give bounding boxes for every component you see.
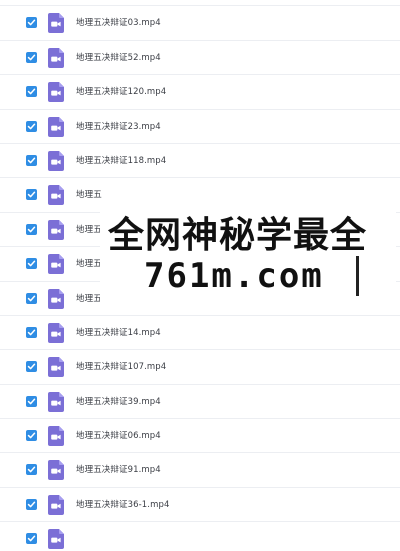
file-row[interactable]: 地理五决辩证118.mp4	[0, 144, 400, 179]
video-file-icon	[48, 529, 64, 550]
file-row[interactable]: 地理五决辩证14.mp4	[0, 316, 400, 351]
file-row[interactable]: 地理五决辩证23.mp4	[0, 110, 400, 144]
checkbox-checked-icon[interactable]	[26, 533, 37, 545]
checkbox-checked-icon[interactable]	[26, 430, 37, 442]
video-file-icon	[48, 13, 64, 34]
checkbox-checked-icon[interactable]	[26, 464, 37, 476]
video-file-icon	[48, 185, 64, 206]
checkbox-checked-icon[interactable]	[26, 51, 37, 63]
text-cursor	[356, 256, 359, 296]
checkbox-checked-icon[interactable]	[26, 258, 37, 270]
checkbox-checked-icon[interactable]	[26, 326, 37, 338]
video-file-icon	[48, 82, 64, 103]
video-file-icon	[48, 426, 64, 447]
video-file-icon	[48, 150, 64, 171]
file-name[interactable]: 地理五	[76, 257, 102, 269]
file-name[interactable]: 地理五决辩证03.mp4	[76, 16, 161, 28]
file-name[interactable]: 地理五决辩证91.mp4	[76, 463, 161, 475]
watermark-title: 全网神秘学最全	[108, 215, 368, 256]
checkbox-checked-icon[interactable]	[26, 189, 37, 201]
video-file-icon	[48, 460, 64, 481]
file-row[interactable]: 地理五决辩证03.mp4	[0, 6, 400, 41]
file-row[interactable]: 地理五决辩证52.mp4	[0, 41, 400, 76]
watermark-url: 761m.com	[144, 256, 324, 296]
file-row[interactable]: 地理五决辩证36-1.mp4	[0, 488, 400, 523]
file-name[interactable]: 地理五决辩证23.mp4	[76, 120, 161, 132]
file-row[interactable]: 地理五决辩证120.mp4	[0, 75, 400, 110]
checkbox-checked-icon[interactable]	[26, 223, 37, 235]
file-row[interactable]: 地理五决辩证91.mp4	[0, 453, 400, 488]
checkbox-checked-icon[interactable]	[26, 86, 37, 98]
video-file-icon	[48, 391, 64, 412]
video-file-icon	[48, 47, 64, 68]
file-name[interactable]: 地理五决辩证14.mp4	[76, 326, 161, 338]
checkbox-checked-icon[interactable]	[26, 498, 37, 510]
video-file-icon	[48, 254, 64, 275]
checkbox-checked-icon[interactable]	[26, 154, 37, 166]
checkbox-checked-icon[interactable]	[26, 361, 37, 373]
video-file-icon	[48, 322, 64, 343]
watermark-overlay: 全网神秘学最全 761m.com	[100, 200, 396, 304]
video-file-icon	[48, 288, 64, 309]
file-list-page: 地理五决辩证21.mp4地理五决辩证03.mp4地理五决辩证52.mp4地理五决…	[0, 0, 400, 551]
file-row[interactable]: 地理五决辩证06.mp4	[0, 419, 400, 454]
file-name[interactable]: 地理五决辩证06.mp4	[76, 429, 161, 441]
video-file-icon	[48, 357, 64, 378]
video-file-icon	[48, 116, 64, 137]
file-name[interactable]: 地理五决辩证52.mp4	[76, 51, 161, 63]
video-file-icon	[48, 219, 64, 240]
file-name[interactable]: 地理五决辩证118.mp4	[76, 154, 166, 166]
checkbox-checked-icon[interactable]	[26, 120, 37, 132]
file-name[interactable]: 地理五	[76, 188, 102, 200]
file-name[interactable]: 地理五决辩证107.mp4	[76, 360, 166, 372]
video-file-icon	[48, 494, 64, 515]
checkbox-checked-icon[interactable]	[26, 292, 37, 304]
file-name[interactable]: 地理五决辩证120.mp4	[76, 85, 166, 97]
file-name[interactable]: 地理五决辩证39.mp4	[76, 395, 161, 407]
checkbox-checked-icon[interactable]	[26, 17, 37, 29]
file-row[interactable]: 地理五决辩证107.mp4	[0, 350, 400, 385]
file-name[interactable]: 地理五决辩证36-1.mp4	[76, 498, 169, 510]
file-row[interactable]	[0, 522, 400, 551]
checkbox-checked-icon[interactable]	[26, 395, 37, 407]
file-name[interactable]: 地理五	[76, 223, 102, 235]
file-row[interactable]: 地理五决辩证39.mp4	[0, 385, 400, 420]
